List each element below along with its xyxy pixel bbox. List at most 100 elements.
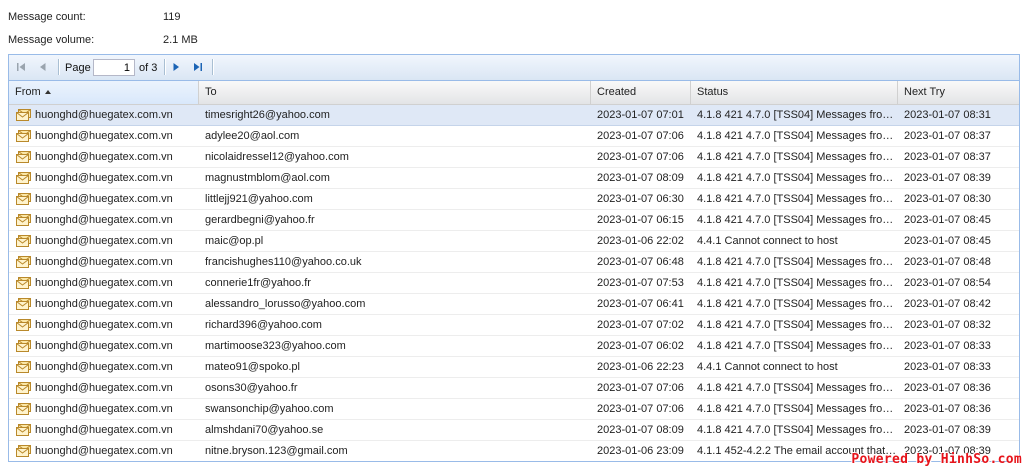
cell-created: 2023-01-07 08:09 xyxy=(597,424,684,436)
cell-status: 4.1.8 421 4.7.0 [TSS04] Messages from 10… xyxy=(697,277,898,289)
cell-created: 2023-01-07 06:02 xyxy=(597,340,684,352)
cell-next-try: 2023-01-07 08:36 xyxy=(904,403,991,415)
cell-next-try: 2023-01-07 08:32 xyxy=(904,319,991,331)
table-row[interactable]: huonghd@huegatex.com.vn swansonchip@yahoo… xyxy=(9,399,1019,420)
cell-from: huonghd@huegatex.com.vn xyxy=(9,441,199,461)
cell-from: huonghd@huegatex.com.vn xyxy=(9,252,199,272)
cell-created: 2023-01-07 06:30 xyxy=(597,193,684,205)
column-header-to[interactable]: To xyxy=(199,81,591,104)
column-header-status[interactable]: Status xyxy=(691,81,898,104)
cell-created: 2023-01-07 07:06 xyxy=(597,382,684,394)
column-header-to-label: To xyxy=(205,86,217,98)
table-row[interactable]: huonghd@huegatex.com.vn mateo91@spoko.pl 2… xyxy=(9,357,1019,378)
cell-created: 2023-01-07 07:06 xyxy=(597,403,684,415)
cell-created: 2023-01-07 06:15 xyxy=(597,214,684,226)
cell-from: huonghd@huegatex.com.vn xyxy=(9,210,199,230)
from-address: huonghd@huegatex.com.vn xyxy=(35,424,173,436)
next-page-icon xyxy=(173,63,179,71)
from-address: huonghd@huegatex.com.vn xyxy=(35,109,173,121)
first-page-button[interactable] xyxy=(13,59,29,75)
cell-from: huonghd@huegatex.com.vn xyxy=(9,399,199,419)
mail-icon xyxy=(16,256,31,268)
mail-icon xyxy=(16,424,31,436)
watermark: Powered by HinhSo.com xyxy=(851,452,1022,467)
table-row[interactable]: huonghd@huegatex.com.vn francishughes110@… xyxy=(9,252,1019,273)
table-row[interactable]: huonghd@huegatex.com.vn maic@op.pl 2023-01… xyxy=(9,231,1019,252)
table-row[interactable]: huonghd@huegatex.com.vn osons30@yahoo.fr 2… xyxy=(9,378,1019,399)
last-page-icon xyxy=(194,63,202,71)
from-address: huonghd@huegatex.com.vn xyxy=(35,298,173,310)
cell-status: 4.1.8 421 4.7.0 [TSS04] Messages from 10… xyxy=(697,403,898,415)
column-header-created-label: Created xyxy=(597,86,637,98)
table-row[interactable]: huonghd@huegatex.com.vn richard396@yahoo.… xyxy=(9,315,1019,336)
cell-from: huonghd@huegatex.com.vn xyxy=(9,294,199,314)
cell-to: richard396@yahoo.com xyxy=(205,319,322,331)
cell-next-try: 2023-01-07 08:42 xyxy=(904,298,991,310)
from-address: huonghd@huegatex.com.vn xyxy=(35,151,173,163)
cell-created: 2023-01-06 22:23 xyxy=(597,361,684,373)
from-address: huonghd@huegatex.com.vn xyxy=(35,172,173,184)
cell-status: 4.1.8 421 4.7.0 [TSS04] Messages from 10… xyxy=(697,130,898,142)
cell-next-try: 2023-01-07 08:45 xyxy=(904,235,991,247)
toolbar-separator xyxy=(164,59,166,75)
table-row[interactable]: huonghd@huegatex.com.vn alessandro_loruss… xyxy=(9,294,1019,315)
from-address: huonghd@huegatex.com.vn xyxy=(35,445,173,457)
cell-next-try: 2023-01-07 08:37 xyxy=(904,130,991,142)
page-number-input[interactable] xyxy=(93,59,135,76)
table-row[interactable]: huonghd@huegatex.com.vn timesright26@yaho… xyxy=(9,105,1019,126)
prev-page-button[interactable] xyxy=(35,59,51,75)
cell-from: huonghd@huegatex.com.vn xyxy=(9,126,199,146)
column-header-created[interactable]: Created xyxy=(591,81,691,104)
table-row[interactable]: huonghd@huegatex.com.vn littlejj921@yahoo… xyxy=(9,189,1019,210)
mail-icon xyxy=(16,298,31,310)
from-address: huonghd@huegatex.com.vn xyxy=(35,235,173,247)
cell-next-try: 2023-01-07 08:39 xyxy=(904,424,991,436)
cell-next-try: 2023-01-07 08:54 xyxy=(904,277,991,289)
table-row[interactable]: huonghd@huegatex.com.vn martimoose323@yah… xyxy=(9,336,1019,357)
first-page-icon xyxy=(17,63,25,71)
cell-status: 4.1.8 421 4.7.0 [TSS04] Messages from 10… xyxy=(697,382,898,394)
cell-status: 4.1.8 421 4.7.0 [TSS04] Messages from 10… xyxy=(697,172,898,184)
mail-icon xyxy=(16,172,31,184)
cell-from: huonghd@huegatex.com.vn xyxy=(9,378,199,398)
last-page-button[interactable] xyxy=(190,59,206,75)
cell-from: huonghd@huegatex.com.vn xyxy=(9,105,199,125)
cell-status: 4.1.8 421 4.7.0 [TSS04] Messages from 10… xyxy=(697,151,898,163)
cell-next-try: 2023-01-07 08:37 xyxy=(904,151,991,163)
cell-status: 4.1.8 421 4.7.0 [TSS04] Messages from 10… xyxy=(697,340,898,352)
cell-to: connerie1fr@yahoo.fr xyxy=(205,277,311,289)
cell-to: gerardbegni@yahoo.fr xyxy=(205,214,315,226)
cell-to: maic@op.pl xyxy=(205,235,264,247)
cell-status: 4.1.8 421 4.7.0 [TSS04] Messages from 10… xyxy=(697,424,898,436)
cell-to: alessandro_lorusso@yahoo.com xyxy=(205,298,366,310)
mail-icon xyxy=(16,214,31,226)
cell-next-try: 2023-01-07 08:33 xyxy=(904,361,991,373)
table-row[interactable]: huonghd@huegatex.com.vn nicolaidressel12@… xyxy=(9,147,1019,168)
from-address: huonghd@huegatex.com.vn xyxy=(35,382,173,394)
cell-to: adylee20@aol.com xyxy=(205,130,300,142)
message-count-value: 119 xyxy=(163,11,181,23)
cell-status: 4.4.1 Cannot connect to host xyxy=(697,361,838,373)
table-row[interactable]: huonghd@huegatex.com.vn almshdani70@yahoo… xyxy=(9,420,1019,441)
message-queue-grid: Page of 3 From To Created Status Next Tr… xyxy=(8,54,1020,462)
from-address: huonghd@huegatex.com.vn xyxy=(35,130,173,142)
cell-created: 2023-01-07 07:53 xyxy=(597,277,684,289)
cell-from: huonghd@huegatex.com.vn xyxy=(9,231,199,251)
cell-created: 2023-01-07 07:06 xyxy=(597,151,684,163)
cell-created: 2023-01-07 08:09 xyxy=(597,172,684,184)
next-page-button[interactable] xyxy=(168,59,184,75)
cell-from: huonghd@huegatex.com.vn xyxy=(9,357,199,377)
from-address: huonghd@huegatex.com.vn xyxy=(35,214,173,226)
cell-to: nicolaidressel12@yahoo.com xyxy=(205,151,349,163)
cell-to: martimoose323@yahoo.com xyxy=(205,340,346,352)
column-header-from[interactable]: From xyxy=(9,81,199,104)
table-row[interactable]: huonghd@huegatex.com.vn connerie1fr@yahoo… xyxy=(9,273,1019,294)
table-row[interactable]: huonghd@huegatex.com.vn gerardbegni@yahoo… xyxy=(9,210,1019,231)
table-row[interactable]: huonghd@huegatex.com.vn adylee20@aol.com 2… xyxy=(9,126,1019,147)
cell-from: huonghd@huegatex.com.vn xyxy=(9,168,199,188)
table-row[interactable]: huonghd@huegatex.com.vn magnustmblom@aol.… xyxy=(9,168,1019,189)
from-address: huonghd@huegatex.com.vn xyxy=(35,319,173,331)
cell-from: huonghd@huegatex.com.vn xyxy=(9,189,199,209)
column-header-next-try[interactable]: Next Try xyxy=(898,81,1019,104)
cell-to: francishughes110@yahoo.co.uk xyxy=(205,256,362,268)
